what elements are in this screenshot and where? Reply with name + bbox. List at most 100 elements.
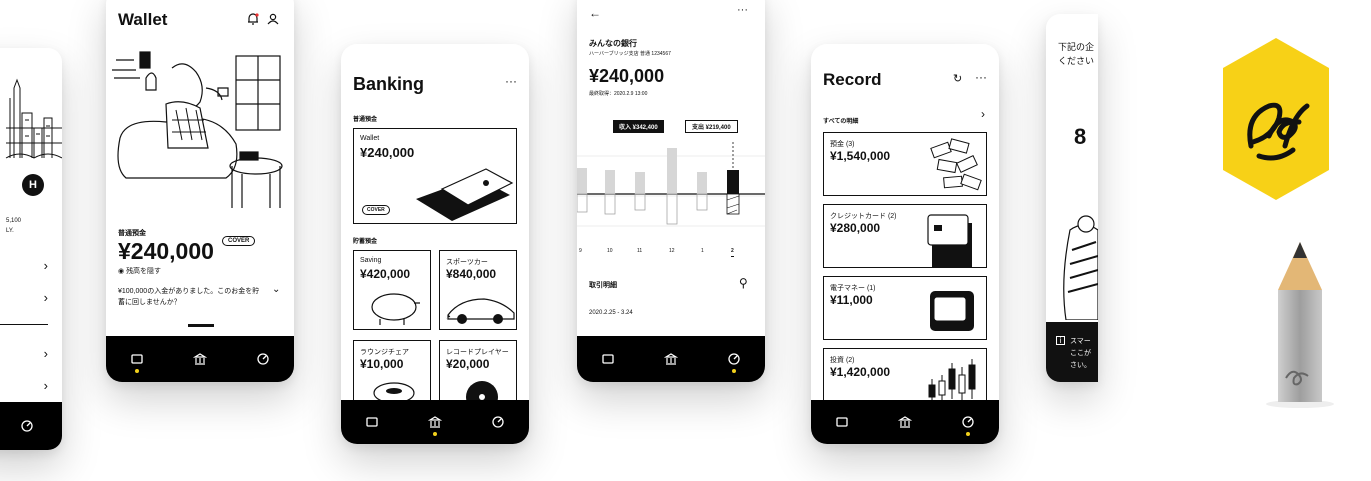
phone-screen-onboarding: H 5,100 LY. › › › › [0, 48, 62, 450]
all-records-label: すべての明細 [823, 119, 859, 125]
list-item[interactable]: › [0, 342, 62, 366]
x-tick-label: 12 [669, 248, 675, 254]
all-records-link[interactable]: すべての明細 › [823, 107, 987, 125]
dad-hexagon-logo [1223, 38, 1329, 200]
page-title: Banking [353, 74, 425, 94]
tab-record[interactable] [719, 344, 749, 374]
record-card[interactable]: 投資 (2) ¥1,420,000 [823, 348, 987, 404]
user-icon[interactable] [266, 12, 280, 26]
yellow-pencil-trophy [1266, 242, 1334, 408]
savings-card[interactable]: レコードプレイヤー ¥20,000 [439, 340, 517, 402]
wallet-icon [131, 354, 143, 364]
tab-record[interactable] [248, 344, 278, 374]
candlestick-illustration [928, 359, 976, 401]
deposit-notice[interactable]: ¥100,000の入金がありました。このお金を貯蓄に回しませんか？ [118, 286, 266, 308]
bell-icon[interactable] [246, 12, 260, 26]
big-digit: 8 [1074, 124, 1087, 149]
credit-card-illustration [927, 214, 972, 267]
x-tick-label: 10 [607, 248, 613, 254]
tab-bank[interactable] [420, 407, 450, 437]
wallet-illustration [416, 168, 514, 221]
list-item[interactable]: › [0, 286, 62, 310]
cover-badge[interactable]: COVER [222, 236, 256, 246]
tab-record[interactable] [953, 407, 983, 437]
hide-balance-label: 残高を隠す [126, 268, 162, 275]
section-label: 普通預金 [353, 117, 378, 123]
list-item[interactable]: › [0, 254, 62, 278]
cover-badge: COVER [362, 205, 390, 215]
tab-wallet[interactable] [122, 344, 152, 374]
chevron-right-icon: › [981, 107, 985, 121]
record-icon [21, 420, 33, 432]
tab-record[interactable] [483, 407, 513, 437]
tab-wallet[interactable] [593, 344, 623, 374]
card-label: スポーツカー [446, 259, 488, 266]
more-menu-button[interactable]: ··· [737, 4, 748, 16]
card-amount: ¥420,000 [360, 267, 411, 281]
card-label: レコードプレイヤー [446, 349, 509, 356]
more-menu-button[interactable]: ··· [975, 70, 987, 84]
bank-icon [663, 353, 678, 365]
banknotes-illustration [930, 138, 982, 191]
info-text: ここが [1070, 350, 1091, 357]
wallet-icon [836, 417, 848, 427]
page-title: Wallet [118, 10, 168, 29]
expense-chip[interactable]: 支出 ¥219,400 [685, 120, 738, 133]
character-illustration [1063, 215, 1098, 320]
hide-balance-link[interactable]: ◉ 残高を隠す [118, 266, 161, 276]
x-tick-label[interactable]: 2 [731, 248, 734, 257]
bank-icon [427, 416, 442, 428]
tab-wallet[interactable] [827, 407, 857, 437]
page-title: Record [823, 70, 882, 89]
instruction-text: 下記の企 [1058, 42, 1095, 52]
record-icon [961, 416, 974, 428]
card-label: 電子マネー (1) [830, 285, 876, 292]
refresh-icon[interactable]: ↻ [953, 72, 962, 85]
tab-bar [577, 336, 765, 382]
period-label: 2020.2.25 - 3.24 [589, 310, 633, 316]
record-card[interactable]: 預金 (3) ¥1,540,000 [823, 132, 987, 196]
wallet-icon [602, 354, 614, 364]
info-text: さい。 [1070, 362, 1091, 369]
savings-card[interactable]: ラウンジチェア ¥10,000 [353, 340, 431, 402]
wallet-icon [366, 417, 378, 427]
text-fragment: 5,100 [6, 218, 22, 224]
phone-screen-account-detail: ← ··· みんなの銀行 ハーバーブリッジ支店 普通 1234567 ¥240,… [577, 0, 765, 382]
phone-screen-partial: 下記の企 ください 8 i スマー ここが さい。 [1046, 14, 1098, 382]
tab-bank[interactable] [656, 344, 686, 374]
page-indicator [188, 324, 214, 327]
list-item[interactable]: › [0, 374, 62, 398]
tab-wallet[interactable] [357, 407, 387, 437]
record-card[interactable]: クレジットカード (2) ¥280,000 [823, 204, 987, 268]
phone-screen-wallet: Wallet 普通預金 ¥240,000 COVER ◉ 残高を隠す ¥100,… [106, 0, 294, 382]
record-card[interactable]: 電子マネー (1) ¥11,000 [823, 276, 987, 340]
chevron-down-icon[interactable]: ⌄ [272, 284, 280, 295]
info-banner: i スマー ここが さい。 [1046, 322, 1098, 382]
active-indicator [432, 432, 437, 436]
text-fragment: LY. [6, 228, 14, 234]
chevron-right-icon: › [43, 346, 48, 361]
chevron-right-icon: › [43, 378, 48, 393]
info-icon: i [1056, 336, 1065, 345]
bank-icon [897, 416, 912, 428]
savings-card[interactable]: Saving ¥420,000 [353, 250, 431, 330]
section-label: 貯蓄預金 [353, 239, 378, 245]
timer-icon: ◔ [445, 312, 452, 323]
tab-bank[interactable] [185, 344, 215, 374]
wallet-card[interactable]: Wallet ¥240,000 COVER [353, 128, 517, 224]
card-label: ラウンジチェア [360, 349, 409, 356]
income-chip[interactable]: 収入 ¥342,400 [613, 120, 664, 133]
card-amount: ¥240,000 [360, 145, 415, 160]
income-expense-chart [577, 142, 765, 227]
eye-icon: ◉ [118, 268, 127, 275]
chevron-right-icon: › [43, 258, 48, 273]
x-tick-label: 11 [637, 248, 643, 254]
tab-bar [811, 400, 999, 444]
more-menu-button[interactable]: ··· [505, 74, 517, 88]
tab-bank[interactable] [890, 407, 920, 437]
back-button[interactable]: ← [589, 6, 601, 20]
tab-record[interactable] [12, 411, 42, 441]
record-icon [491, 416, 504, 428]
search-icon[interactable]: ⚲ [739, 276, 748, 290]
card-label: Wallet [360, 135, 380, 142]
